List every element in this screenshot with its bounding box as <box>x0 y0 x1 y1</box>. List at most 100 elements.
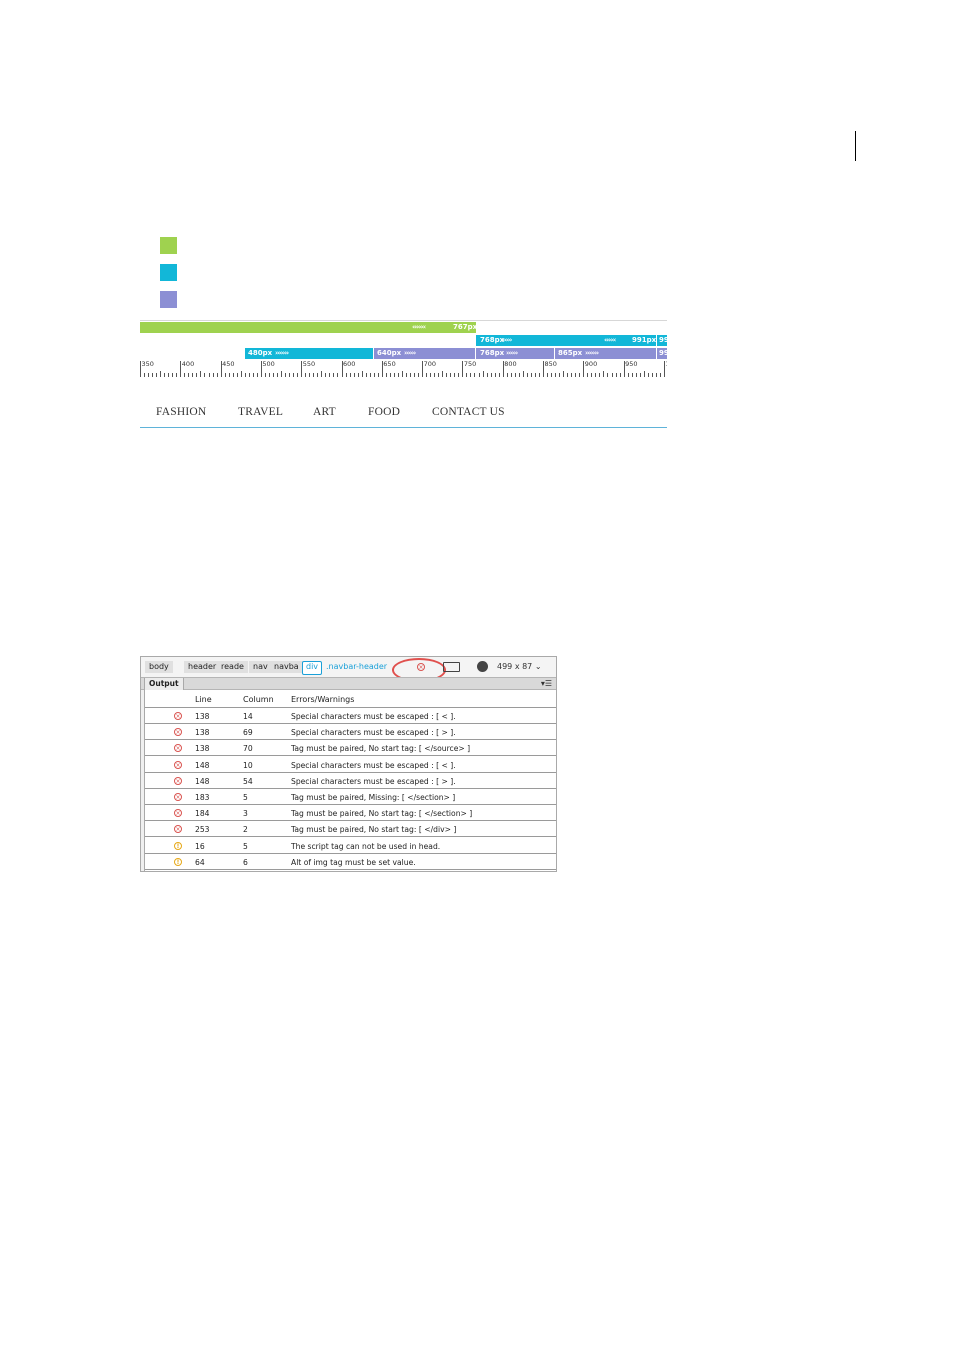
media-query-band-min-768-b[interactable]: 768px ›››››› <box>476 348 554 359</box>
page-edge-marker <box>855 131 856 161</box>
ruler-tick <box>551 373 553 377</box>
table-row[interactable]: × 138 70 Tag must be paired, No start tag: … <box>145 740 556 757</box>
ruler-tick <box>426 373 428 377</box>
warning-icon: ! <box>174 841 182 850</box>
breadcrumb-heade[interactable]: reade <box>217 661 248 673</box>
media-query-band-min-865[interactable]: 865px ››››››› <box>555 348 656 359</box>
nav-item-contact-us[interactable]: CONTACT US <box>432 406 505 418</box>
media-query-band-min-640[interactable]: 640px ›››››› <box>374 348 475 359</box>
media-query-band-min-992-b[interactable]: 99 <box>657 348 667 359</box>
table-row[interactable]: × 183 5 Tag must be paired, Missing: [ </se… <box>145 789 556 805</box>
table-row[interactable]: ! 64 6 Alt of img tag must be set value. <box>145 854 556 870</box>
breadcrumb-body[interactable]: body <box>145 661 173 673</box>
ruler-tick <box>176 373 178 377</box>
ruler-tick <box>639 373 641 377</box>
ruler-tick <box>156 373 158 377</box>
cell-line: 138 <box>195 712 210 721</box>
ruler-tick <box>333 373 335 377</box>
device-preview-icon[interactable] <box>443 662 460 672</box>
panel-menu-icon[interactable]: ▾☰ <box>541 679 552 689</box>
tag-selector-bar: body header reade nav navba div .navbar-… <box>141 657 556 682</box>
ruler-tick <box>490 373 492 377</box>
cell-column: 5 <box>243 793 248 802</box>
output-tab-bar: Output ▾☰ <box>141 677 556 690</box>
ruler-label: 850 <box>544 360 557 368</box>
cell-column: 70 <box>243 744 253 754</box>
legend-swatch-green <box>160 237 177 254</box>
ruler-tick <box>498 373 500 377</box>
ruler-tick <box>196 373 198 377</box>
ruler-label: 350 <box>141 360 154 368</box>
pixel-ruler: 350 400 450 500 550 600 650 700 750 800 850 900 950 1 <box>140 359 667 377</box>
breadcrumb-navba[interactable]: navba <box>270 661 303 673</box>
error-icon: × <box>174 728 182 737</box>
ruler-tick <box>285 373 287 377</box>
ruler-tick <box>152 373 154 377</box>
ruler-tick <box>281 371 283 377</box>
breadcrumb-nav[interactable]: nav <box>249 661 272 673</box>
cell-line: 148 <box>195 760 210 770</box>
column-header-line: Line <box>195 695 212 704</box>
error-icon: × <box>174 712 182 720</box>
ruler-tick <box>607 373 609 377</box>
table-row[interactable]: × 148 10 Special characters must be escaped… <box>145 757 556 773</box>
error-icon: × <box>174 760 182 769</box>
media-query-label: 640px <box>377 349 402 357</box>
cell-column: 2 <box>243 825 248 835</box>
cell-line: 138 <box>195 728 210 738</box>
ruler-label: 1 <box>665 360 667 368</box>
ruler-tick <box>579 373 581 377</box>
ruler-label: 700 <box>423 360 437 368</box>
ruler-tick <box>446 373 448 377</box>
ruler-tick <box>184 373 186 377</box>
ruler-tick <box>410 373 411 377</box>
ruler-tick <box>547 373 549 377</box>
ruler-tick <box>385 373 387 377</box>
ruler-tick <box>272 373 274 377</box>
table-row[interactable]: × 184 3 Tag must be paired, No start tag: [… <box>145 805 556 822</box>
nav-item-travel[interactable]: TRAVEL <box>238 406 283 418</box>
chevron-right-icon: ›››››› <box>404 349 416 357</box>
breadcrumb-div-selected[interactable]: div <box>302 661 323 675</box>
table-row[interactable]: ! 16 5 The script tag can not be used in he… <box>145 838 556 854</box>
ruler-tick <box>470 373 472 377</box>
ruler-tick <box>631 373 633 377</box>
ruler-tick <box>494 373 496 377</box>
selected-class-label[interactable]: .navbar-header <box>326 661 387 673</box>
ruler-tick <box>478 373 480 377</box>
errors-table: Line Column Errors/Warnings × 138 14 Specia… <box>144 690 556 871</box>
ruler-tick <box>373 373 375 377</box>
media-query-band-max-767[interactable]: ‹‹‹‹‹‹‹ 767px <box>140 322 476 333</box>
media-query-label: 991px <box>632 336 656 344</box>
ruler-tick <box>615 373 617 377</box>
nav-item-food[interactable]: FOOD <box>368 406 400 418</box>
ruler-tick <box>603 371 605 377</box>
table-row[interactable]: × 253 2 Tag must be paired, No start tag: [… <box>145 821 556 838</box>
table-row[interactable]: × 138 69 Special characters must be escaped… <box>145 724 556 741</box>
table-row[interactable]: × 148 54 Special characters must be escaped… <box>145 773 556 789</box>
ruler-tick <box>651 373 653 377</box>
nav-item-art[interactable]: ART <box>313 406 336 418</box>
ruler-tick <box>458 373 460 377</box>
media-query-band-min-992[interactable]: 99 <box>657 335 667 346</box>
ruler-label: 500 <box>262 360 275 368</box>
legend-swatch-cyan <box>160 264 177 281</box>
ruler-tick <box>450 373 452 377</box>
ruler-tick <box>200 371 202 377</box>
error-icon: × <box>174 793 182 801</box>
ruler-label: 650 <box>383 360 396 368</box>
nav-item-fashion[interactable]: FASHION <box>156 406 206 418</box>
globe-icon[interactable] <box>477 661 488 672</box>
cell-message: Special characters must be escaped : [ <… <box>291 712 456 721</box>
media-query-label: 768px <box>480 349 505 357</box>
error-icon: × <box>174 744 182 753</box>
ruler-tick <box>321 371 323 377</box>
media-query-band-min-768[interactable]: 768px ››››› ‹‹‹‹‹‹ 991px <box>476 335 656 346</box>
table-row[interactable]: × 138 14 Special characters must be escaped… <box>145 708 556 724</box>
ruler-tick <box>329 373 331 377</box>
viewport-dimensions[interactable]: 499 x 87 ⌄ <box>497 661 542 673</box>
media-query-band-min-480[interactable]: 480px ››››››› <box>245 348 373 359</box>
tab-output[interactable]: Output <box>144 678 184 690</box>
breadcrumb-header[interactable]: header <box>184 661 221 673</box>
ruler-tick <box>587 373 589 377</box>
